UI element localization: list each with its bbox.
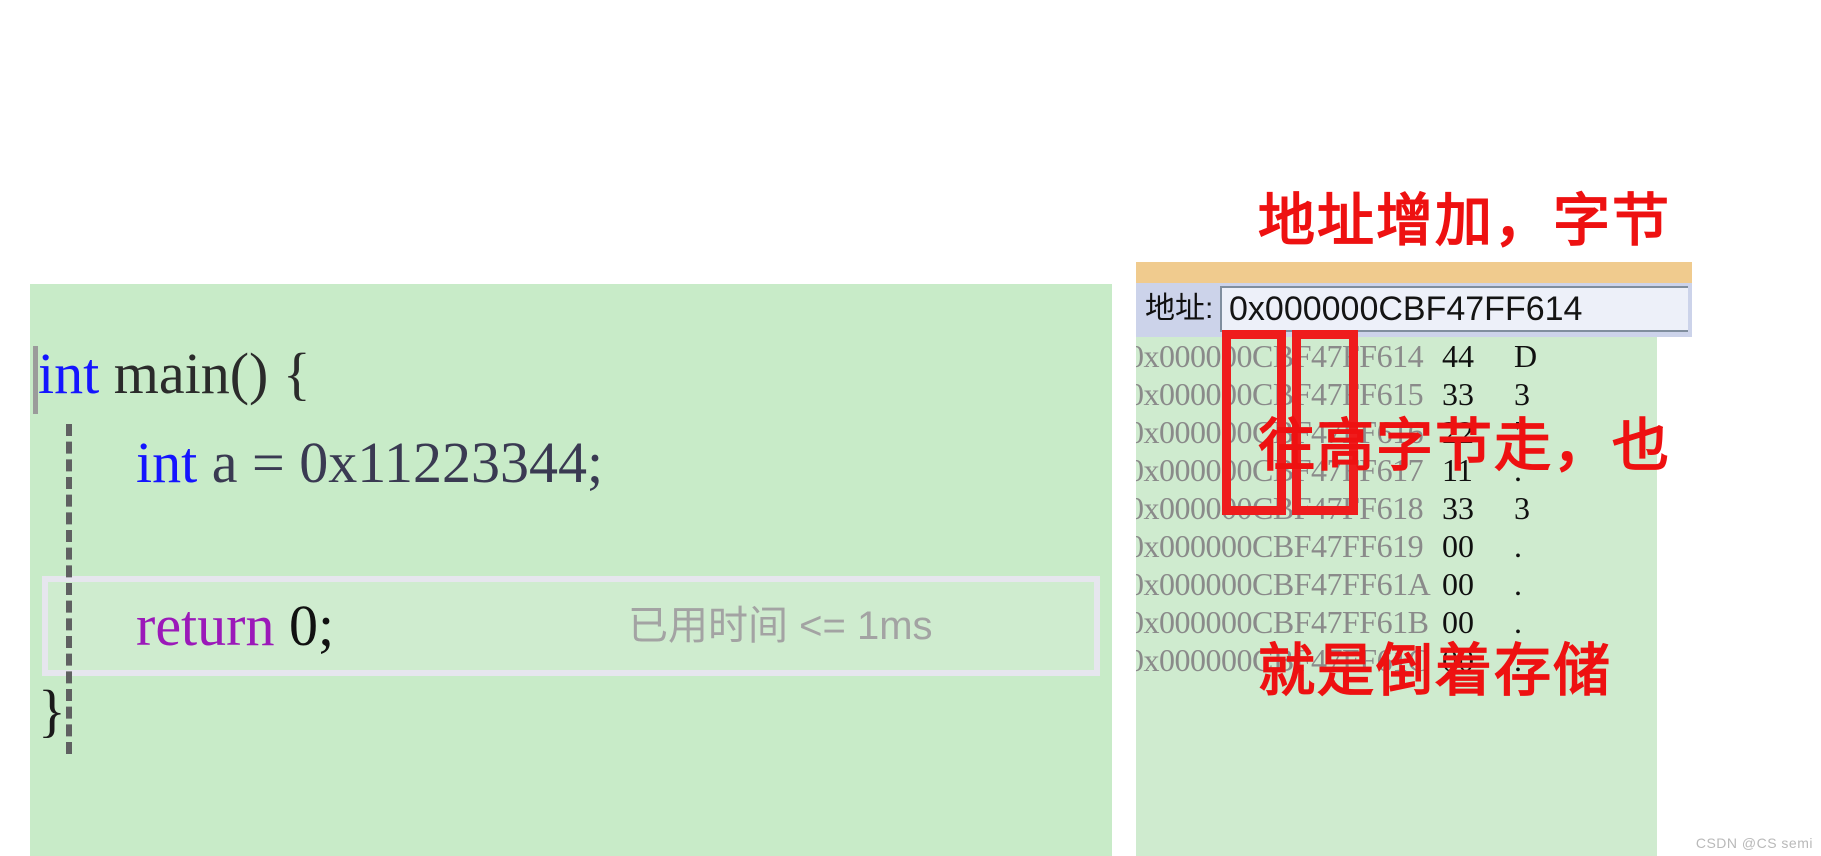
keyword-return: return <box>136 593 275 658</box>
declaration-expression: a = 0x11223344; <box>197 430 604 495</box>
annotation-line-3: 就是倒着存储 <box>1258 640 1612 703</box>
code-line-return[interactable]: return 0; <box>38 584 334 668</box>
code-line-main[interactable]: int main() { <box>38 332 311 416</box>
annotation-line-2: 往高字节走，也 <box>1258 415 1671 478</box>
code-line-close-brace[interactable]: } <box>38 669 66 753</box>
main-signature: main() { <box>99 341 311 406</box>
code-line-declaration[interactable]: int a = 0x11223344; <box>38 421 603 505</box>
return-value: 0; <box>274 593 335 658</box>
keyword-int: int <box>38 341 100 406</box>
code-editor-pane[interactable]: int main() { int a = 0x11223344; return … <box>30 284 1112 856</box>
annotation-line-1: 地址增加，字节 <box>1258 190 1671 253</box>
keyword-int-decl: int <box>136 430 198 495</box>
red-annotation-text: 地址增加，字节 往高字节走，也 就是倒着存储 <box>1258 34 1738 784</box>
elapsed-time-hint: 已用时间 <= 1ms <box>628 604 933 648</box>
address-label: 地址: <box>1145 292 1214 325</box>
watermark: CSDN @CS semi <box>1695 835 1813 851</box>
